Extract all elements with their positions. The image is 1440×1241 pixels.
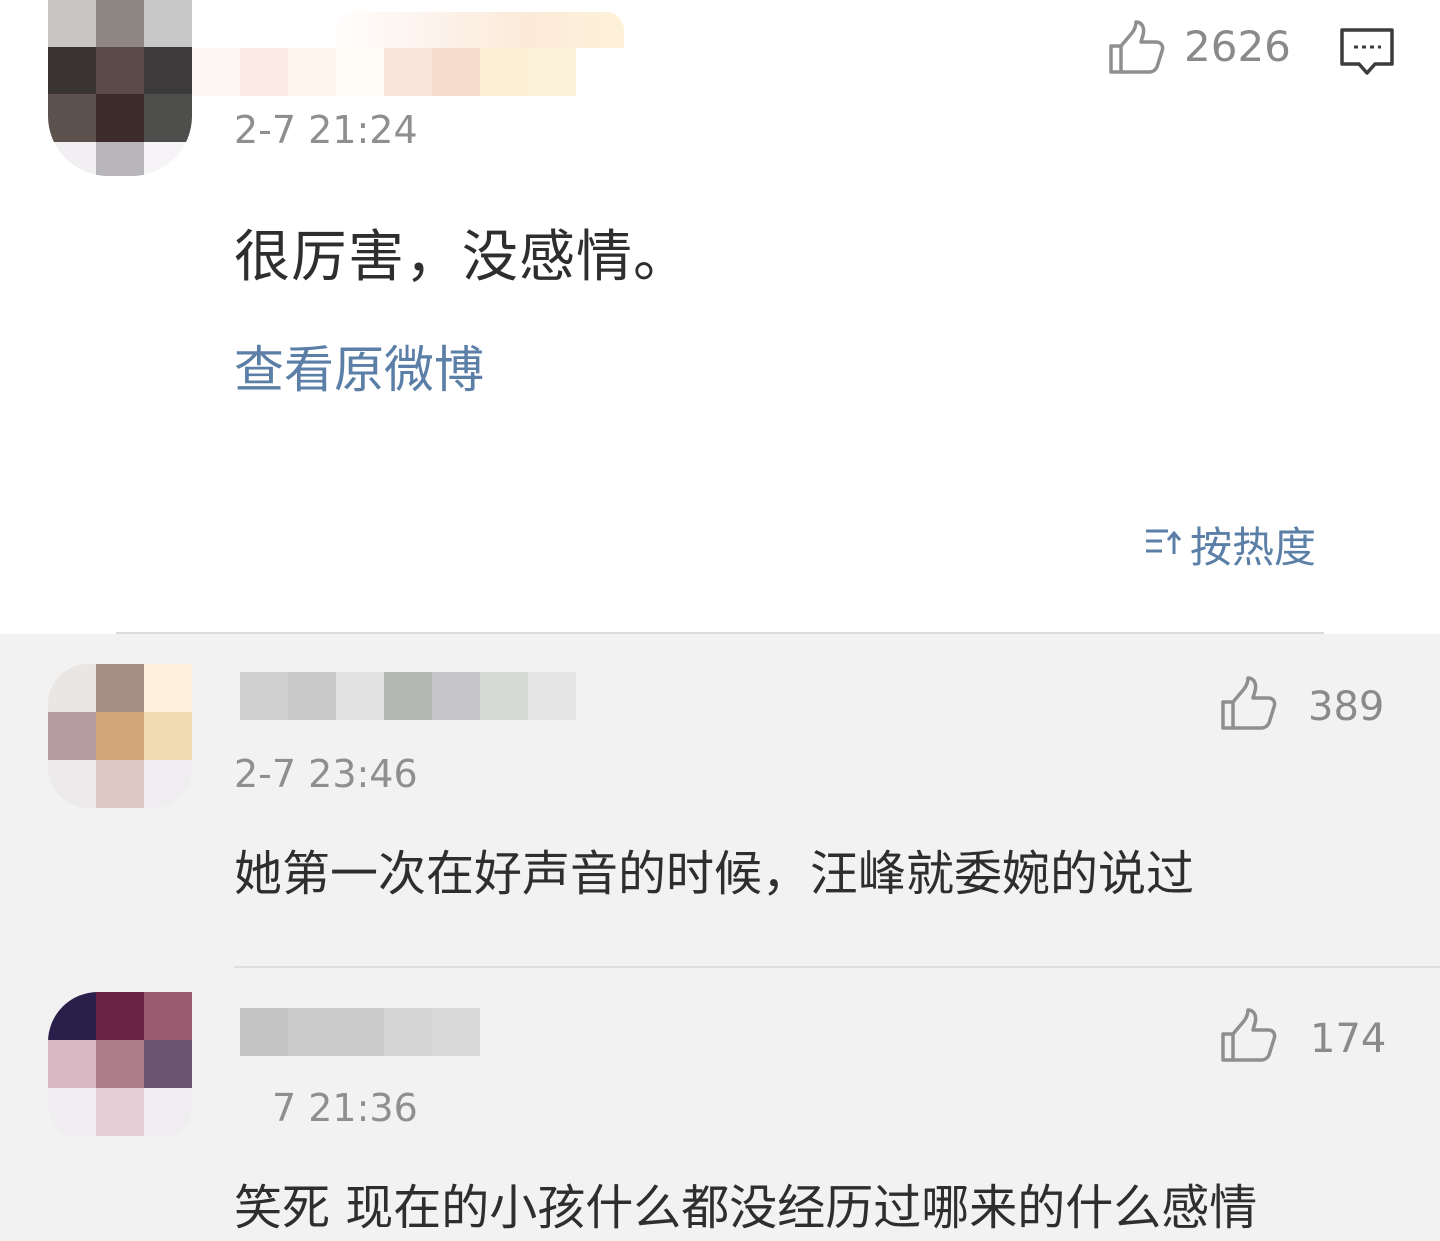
reply-timestamp: 2-7 23:46	[234, 752, 418, 796]
like-button[interactable]: 389	[1218, 676, 1388, 736]
comment-icon[interactable]	[1339, 27, 1395, 77]
reply-item: 2-7 23:46 389 她第一次在好声音的时候，汪峰就委婉的说过	[0, 634, 1440, 968]
like-count: 174	[1310, 1016, 1387, 1062]
username-redacted[interactable]	[240, 672, 576, 720]
like-button[interactable]: 174	[1218, 1008, 1388, 1068]
username-redacted[interactable]	[240, 1008, 480, 1056]
sort-button[interactable]: 按热度	[1144, 514, 1334, 572]
username-redacted-top	[336, 12, 624, 48]
avatar[interactable]	[48, 992, 192, 1144]
reply-text: 笑死 现在的小孩什么都没经历过哪来的什么感情	[234, 1180, 1258, 1236]
sort-icon	[1146, 529, 1182, 554]
like-count: 389	[1308, 684, 1385, 730]
like-button[interactable]: 2626	[1106, 20, 1296, 78]
comment-timestamp: 2-7 21:24	[234, 108, 418, 152]
thumbs-up-icon	[1221, 1008, 1277, 1062]
avatar[interactable]	[48, 0, 192, 176]
sort-label: 按热度	[1190, 523, 1317, 572]
comment-text: 很厉害，没感情。	[234, 225, 690, 290]
avatar[interactable]	[48, 664, 192, 808]
like-count: 2626	[1184, 22, 1291, 71]
view-original-link[interactable]: 查看原微博	[234, 330, 484, 402]
thumbs-up-icon	[1221, 676, 1277, 730]
reply-text: 她第一次在好声音的时候，汪峰就委婉的说过	[234, 846, 1195, 902]
thumbs-up-icon	[1109, 20, 1165, 74]
reply-item: 7 21:36 174 笑死 现在的小孩什么都没经历过哪来的什么感情	[0, 968, 1440, 1241]
main-comment: 2-7 21:24 2626 很厉害，没感情。 查看原微博 按热度	[0, 0, 1440, 634]
reply-timestamp: 7 21:36	[272, 1086, 418, 1130]
username-redacted[interactable]	[192, 48, 576, 96]
